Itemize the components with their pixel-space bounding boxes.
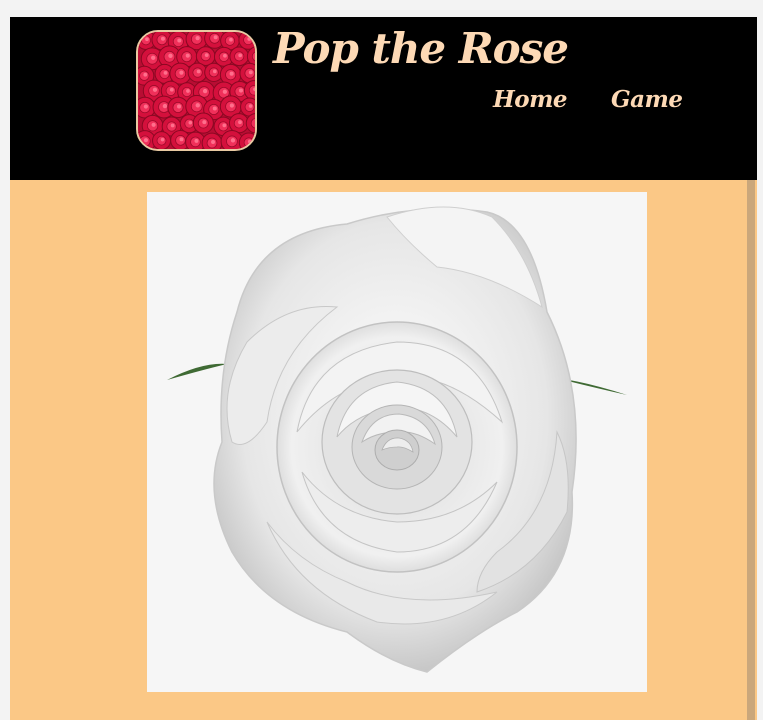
- page: Pop the Rose Home Game: [10, 17, 757, 720]
- site-title: Pop the Rose: [273, 24, 569, 73]
- white-rose-image[interactable]: [147, 192, 647, 692]
- content-edge-shadow: [747, 180, 755, 720]
- nav-game-link[interactable]: Game: [611, 83, 683, 117]
- rose-bouquet-logo: [136, 30, 257, 151]
- nav-home-link[interactable]: Home: [493, 83, 568, 117]
- left-leaf-icon: [167, 363, 227, 380]
- site-header: Pop the Rose Home Game: [10, 17, 757, 180]
